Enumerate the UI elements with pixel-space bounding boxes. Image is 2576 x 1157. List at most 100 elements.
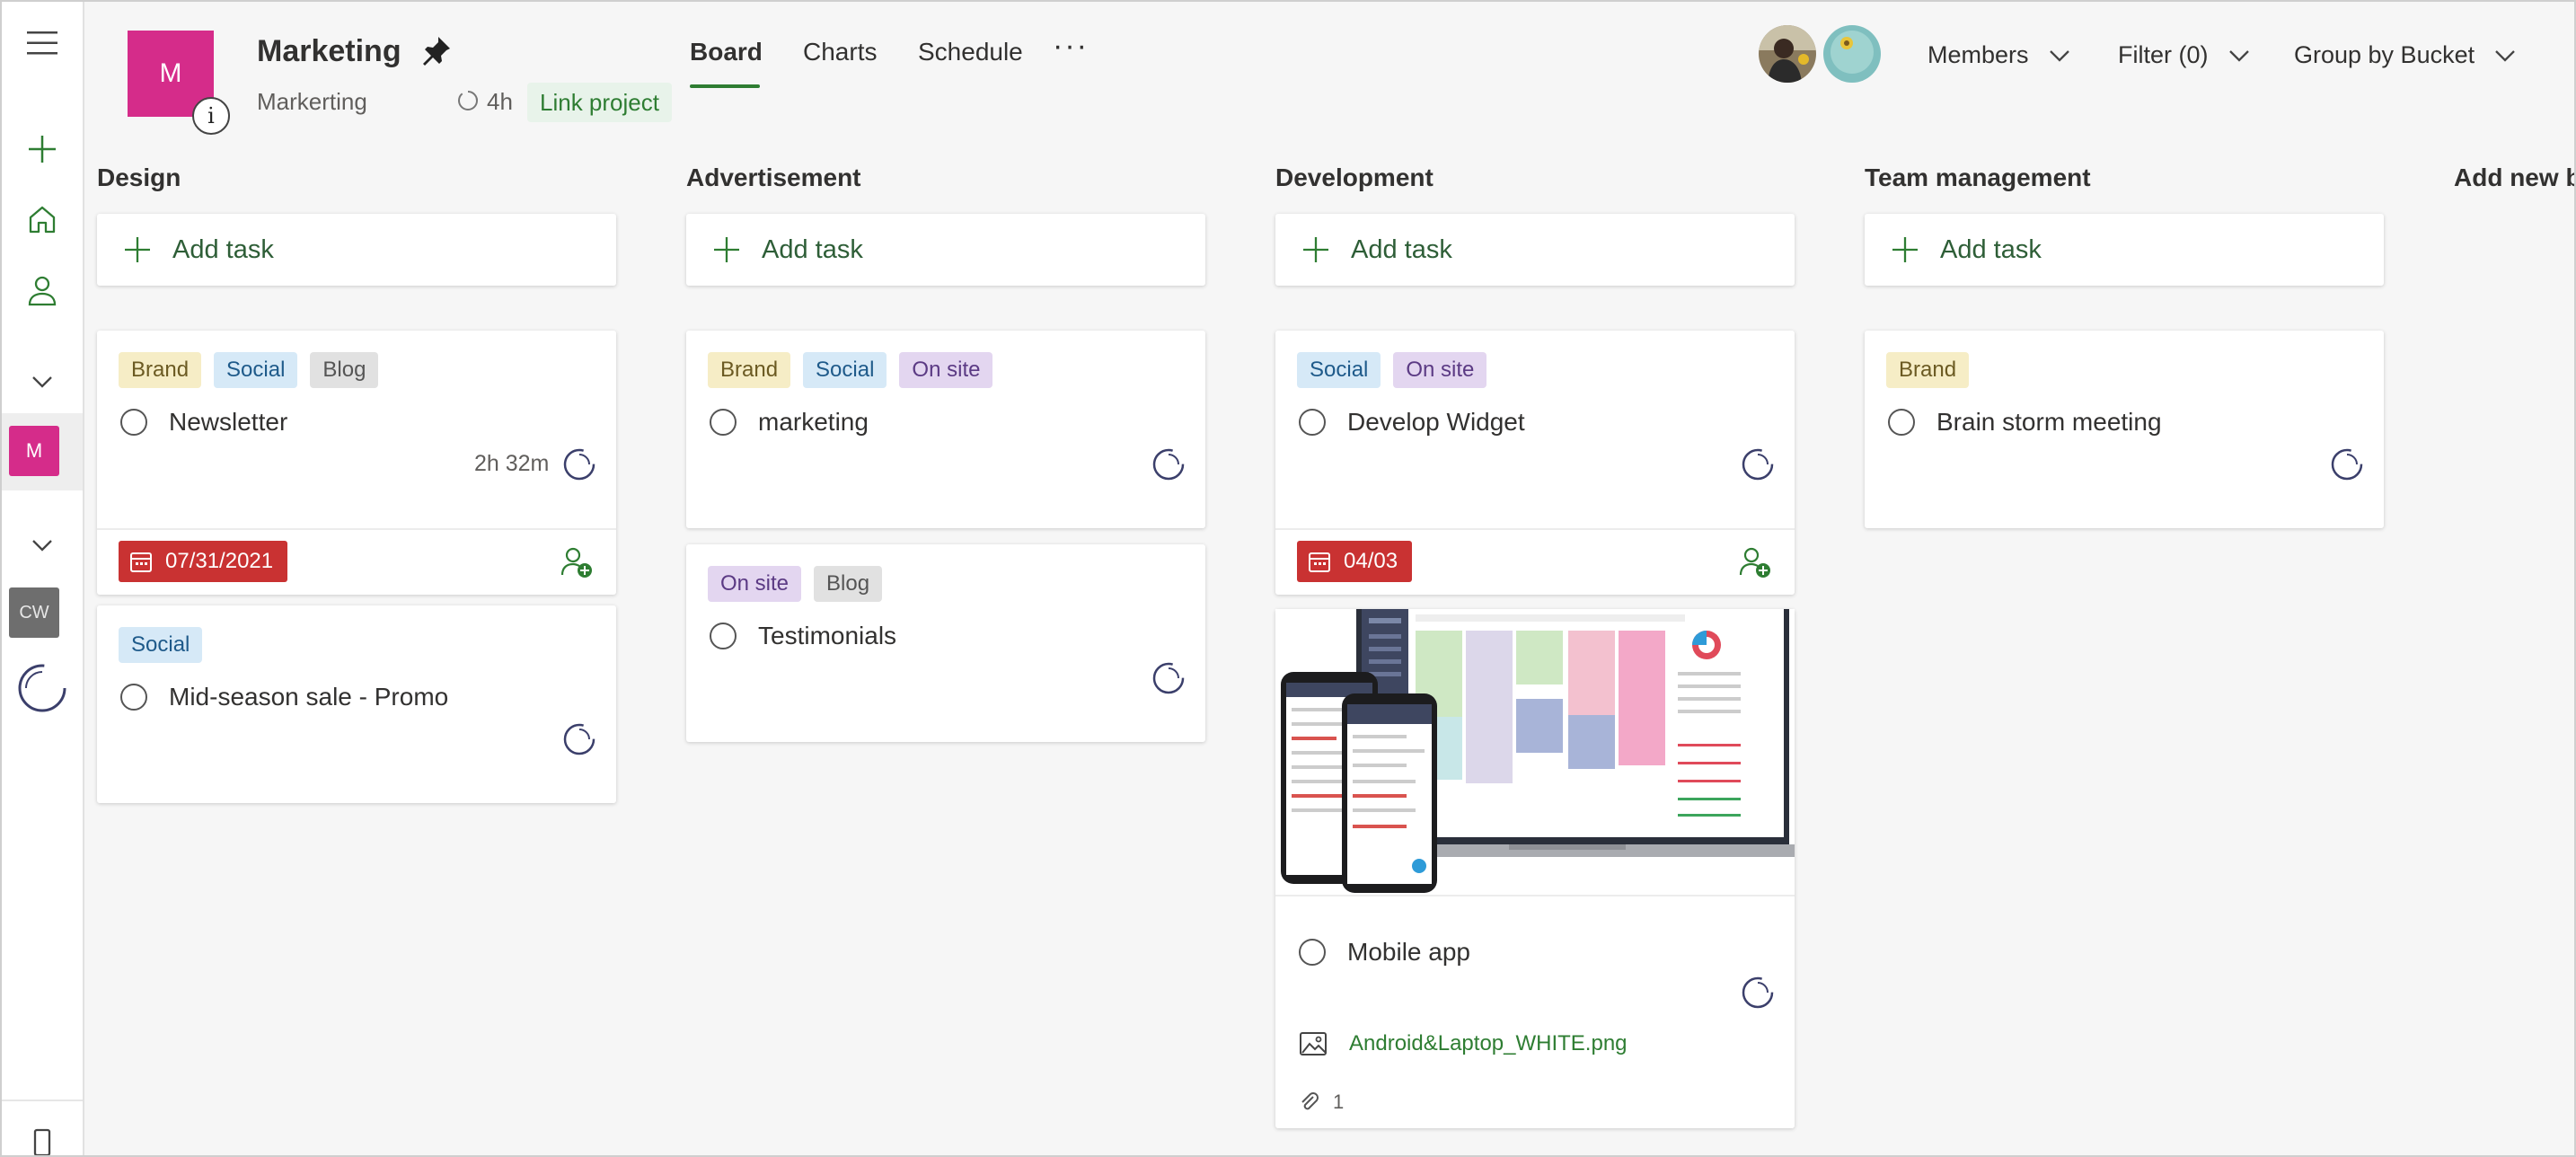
task-row: Mid-season sale - Promo	[120, 683, 448, 711]
add-task-label: Add task	[762, 234, 863, 264]
task-card-newsletter[interactable]: Brand Social Blog Newsletter 2h 32m 07/3…	[97, 331, 616, 595]
task-card-mid-season-sale[interactable]: Social Mid-season sale - Promo	[97, 605, 616, 803]
home-icon[interactable]	[2, 201, 83, 237]
task-labels: On site Blog	[708, 566, 883, 602]
avatar[interactable]	[1759, 25, 1816, 83]
chevron-down-icon	[2049, 49, 2069, 62]
project-header: M i Marketing Markerting 4h Link project…	[83, 2, 2574, 163]
task-labels: Social	[119, 627, 203, 663]
task-card-mobile-app[interactable]: Mobile app Android&Laptop_WHITE.png 1	[1275, 609, 1795, 1128]
task-progress-icon[interactable]	[1151, 447, 1186, 481]
avatar[interactable]	[1823, 25, 1881, 83]
task-card-marketing[interactable]: Brand Social On site marketing	[686, 331, 1205, 528]
loading-spinner-icon	[2, 663, 83, 713]
plus-icon	[125, 237, 150, 262]
filter-dropdown[interactable]: Filter (0)	[2118, 41, 2250, 69]
tab-board[interactable]: Board	[690, 38, 763, 66]
label-brand: Brand	[708, 352, 791, 388]
person-icon[interactable]	[2, 273, 83, 309]
task-title: Newsletter	[169, 408, 288, 436]
add-new-bucket-label: Add new bucket	[2454, 163, 2574, 191]
app-window: M CW M i Marketing Markerting 4h Link pr…	[0, 0, 2576, 1157]
complete-task-checkbox[interactable]	[710, 623, 737, 649]
label-blog: Blog	[310, 352, 379, 388]
attachment-link[interactable]: Android&Laptop_WHITE.png	[1299, 1031, 1628, 1056]
project-info-button[interactable]: i	[192, 97, 230, 135]
due-date-badge[interactable]: 04/03	[1297, 541, 1413, 582]
chevron-down-icon[interactable]	[2, 532, 83, 559]
project-hours: 4h	[487, 88, 513, 115]
add-task-button[interactable]: Add task	[97, 214, 616, 286]
chevron-down-icon[interactable]	[2, 368, 83, 395]
tab-charts[interactable]: Charts	[803, 38, 877, 66]
assign-person-icon[interactable]	[560, 546, 593, 578]
task-title: marketing	[758, 408, 869, 436]
add-new-bucket[interactable]: Add new bucket	[2454, 163, 2574, 199]
task-labels: Brand Social On site	[708, 352, 993, 388]
rail-project-marketing[interactable]: M	[9, 426, 59, 476]
task-title: Develop Widget	[1347, 408, 1525, 436]
due-date-badge[interactable]: 07/31/2021	[119, 541, 288, 582]
due-date: 07/31/2021	[165, 549, 274, 573]
task-progress-icon[interactable]	[1151, 661, 1186, 695]
attachment-filename: Android&Laptop_WHITE.png	[1349, 1031, 1628, 1055]
add-task-label: Add task	[172, 234, 274, 264]
complete-task-checkbox[interactable]	[710, 409, 737, 436]
add-task-button[interactable]: Add task	[1865, 214, 2384, 286]
due-date: 04/03	[1344, 549, 1398, 573]
attachment-preview-image[interactable]	[1275, 609, 1795, 896]
task-row: Develop Widget	[1299, 408, 1525, 437]
attachment-count-value: 1	[1333, 1091, 1345, 1113]
device-icon[interactable]	[2, 1128, 83, 1155]
bucket-title[interactable]: Advertisement	[686, 163, 861, 192]
hamburger-menu-icon[interactable]	[2, 25, 83, 61]
calendar-icon	[1309, 552, 1330, 572]
task-progress-icon[interactable]	[1741, 976, 1775, 1010]
task-progress-icon[interactable]	[1741, 447, 1775, 481]
task-title: Mid-season sale - Promo	[169, 683, 449, 711]
complete-task-checkbox[interactable]	[1299, 409, 1326, 436]
pin-icon[interactable]	[420, 34, 453, 71]
project-subtitle: Markerting	[257, 88, 367, 115]
complete-task-checkbox[interactable]	[120, 409, 147, 436]
link-project-button[interactable]: Link project	[527, 83, 672, 122]
task-row: Testimonials	[710, 622, 896, 650]
task-progress-icon[interactable]	[2330, 447, 2364, 481]
plus-icon	[1303, 237, 1328, 262]
rail-project-cw[interactable]: CW	[9, 587, 59, 638]
plus-icon	[1892, 237, 1918, 262]
add-icon[interactable]	[2, 131, 83, 167]
add-task-button[interactable]: Add task	[686, 214, 1205, 286]
task-card-brain-storm-meeting[interactable]: Brand Brain storm meeting	[1865, 331, 2384, 528]
label-blog: Blog	[814, 566, 883, 602]
plus-icon	[714, 237, 739, 262]
complete-task-checkbox[interactable]	[1888, 409, 1915, 436]
task-card-develop-widget[interactable]: Social On site Develop Widget 04/03	[1275, 331, 1795, 595]
card-footer: 07/31/2021	[97, 528, 616, 596]
assign-person-icon[interactable]	[1739, 546, 1771, 578]
chevron-down-icon	[2495, 49, 2515, 62]
add-task-button[interactable]: Add task	[1275, 214, 1795, 286]
tab-schedule[interactable]: Schedule	[918, 38, 1023, 66]
chevron-down-icon	[2228, 49, 2249, 62]
complete-task-checkbox[interactable]	[120, 684, 147, 711]
more-tabs-button[interactable]: ···	[1053, 29, 1089, 64]
bucket-title[interactable]: Design	[97, 163, 181, 192]
group-by-dropdown[interactable]: Group by Bucket	[2294, 41, 2516, 69]
task-labels: Brand Social Blog	[119, 352, 379, 388]
members-dropdown[interactable]: Members	[1928, 41, 2070, 69]
card-footer: 04/03	[1275, 528, 1795, 596]
members-label: Members	[1928, 41, 2029, 68]
label-on-site: On site	[708, 566, 802, 602]
complete-task-checkbox[interactable]	[1299, 939, 1326, 966]
rail-divider	[2, 1100, 83, 1101]
label-social: Social	[214, 352, 298, 388]
task-card-testimonials[interactable]: On site Blog Testimonials	[686, 544, 1205, 742]
task-progress-icon[interactable]	[562, 447, 596, 481]
task-row: Brain storm meeting	[1888, 408, 2162, 437]
label-brand: Brand	[119, 352, 202, 388]
task-progress-icon[interactable]	[562, 722, 596, 756]
image-icon	[1300, 1032, 1327, 1055]
bucket-title[interactable]: Development	[1275, 163, 1434, 192]
bucket-title[interactable]: Team management	[1865, 163, 2091, 192]
